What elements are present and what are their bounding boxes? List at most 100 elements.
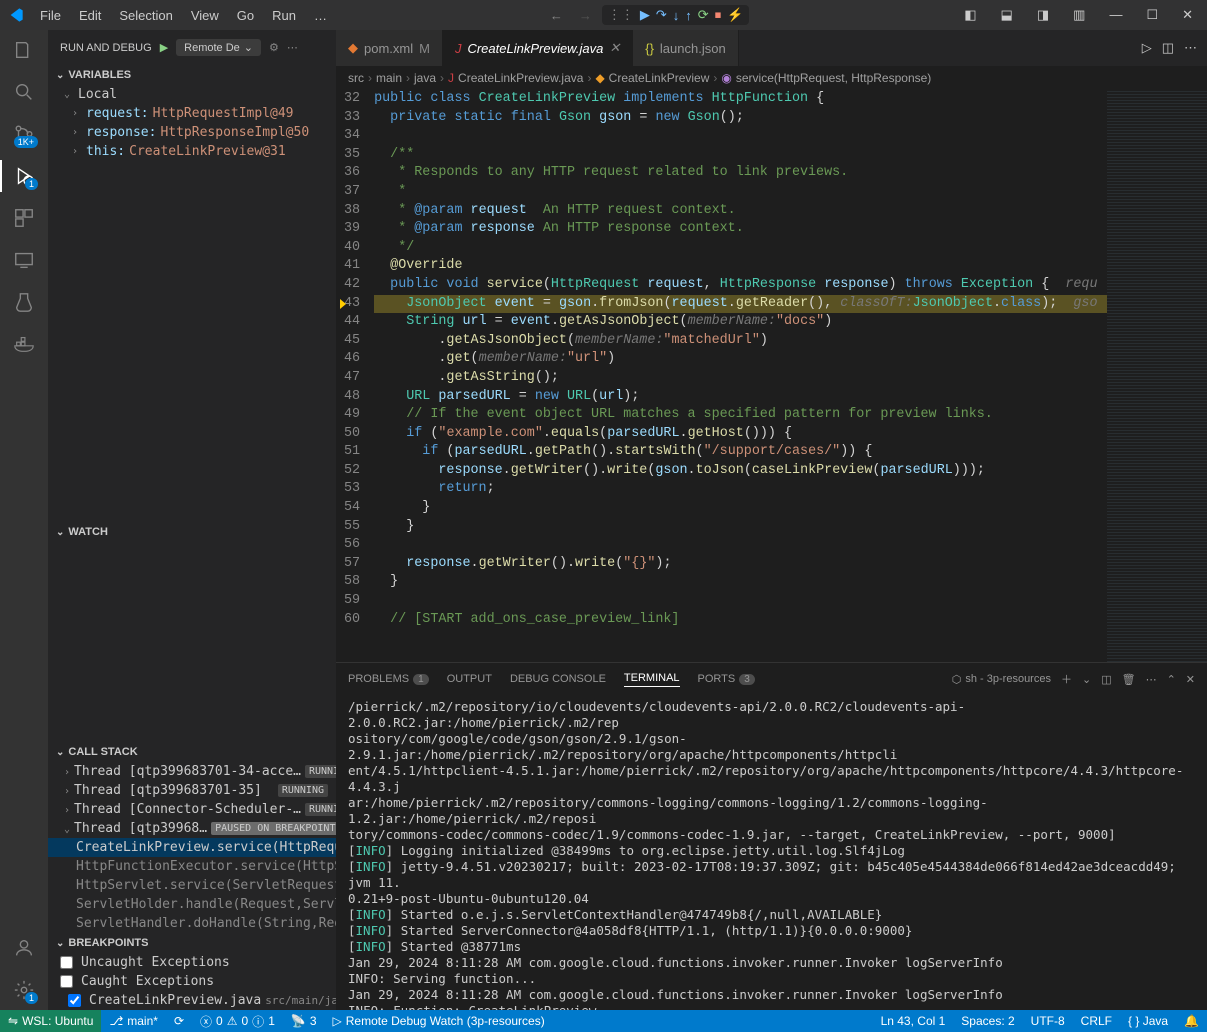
breakpoint-checkbox[interactable] (60, 956, 73, 969)
run-debug-icon[interactable]: 1 (12, 164, 36, 188)
status-branch[interactable]: ⎇main* (101, 1014, 166, 1028)
status-problems[interactable]: ⓧ0 ⚠0 ⓘ1 (192, 1013, 283, 1030)
variable-scope[interactable]: ⌄Local (48, 85, 336, 104)
close-panel-icon[interactable]: ✕ (1186, 673, 1195, 686)
tab-pom[interactable]: ◆pom.xmlM (336, 30, 443, 66)
breakpoint-item[interactable]: CreateLinkPreview.java src/main/java43 (48, 991, 336, 1010)
terminal-dropdown-icon[interactable]: ⌄ (1082, 673, 1091, 686)
minimap[interactable] (1107, 90, 1207, 662)
status-encoding[interactable]: UTF-8 (1023, 1014, 1073, 1028)
variable-item[interactable]: ›request: HttpRequestImpl@49 (48, 104, 336, 123)
stack-frame[interactable]: ServletHandler.doHandle(String,Reque (48, 914, 336, 933)
variable-item[interactable]: ›this: CreateLinkPreview@31 (48, 142, 336, 161)
accounts-icon[interactable] (12, 936, 36, 960)
debug-config-dropdown[interactable]: Remote De ⌄ (176, 39, 261, 56)
breakpoint-checkbox[interactable] (60, 975, 73, 988)
settings-gear-icon[interactable]: 1 (12, 978, 36, 1002)
new-terminal-icon[interactable]: ＋ (1061, 671, 1072, 687)
stack-frame[interactable]: CreateLinkPreview.service(HttpReques (48, 838, 336, 857)
remote-explorer-icon[interactable] (12, 248, 36, 272)
extensions-icon[interactable] (12, 206, 36, 230)
thread-item[interactable]: ›Thread [Connector-Scheduler-…RUNNING (48, 800, 336, 819)
debug-hotcode-icon[interactable]: ⚡ (727, 7, 743, 23)
debug-settings-icon[interactable]: ⚙ (269, 41, 279, 54)
toggle-panel-left-icon[interactable]: ◧ (958, 3, 982, 27)
panel-more-icon[interactable]: ⋯ (1146, 673, 1157, 686)
tab-launch[interactable]: {}launch.json (633, 30, 738, 66)
nav-forward-icon[interactable]: → (573, 8, 598, 23)
testing-icon[interactable] (12, 290, 36, 314)
status-notifications-icon[interactable]: 🔔 (1176, 1014, 1207, 1028)
menu-run[interactable]: Run (264, 4, 304, 27)
status-language[interactable]: { } Java (1120, 1014, 1176, 1028)
split-terminal-icon[interactable]: ◫ (1101, 673, 1111, 686)
search-icon[interactable] (12, 80, 36, 104)
status-spaces[interactable]: Spaces: 2 (953, 1014, 1022, 1028)
toggle-panel-right-icon[interactable]: ◨ (1031, 3, 1055, 27)
stack-frame[interactable]: HttpServlet.service(ServletRequest,S (48, 876, 336, 895)
terminal-profile[interactable]: ⬡sh - 3p-resources (952, 673, 1051, 686)
menu-edit[interactable]: Edit (71, 4, 109, 27)
debug-continue-icon[interactable]: ▶ (640, 7, 650, 23)
breakpoint-item[interactable]: Caught Exceptions (48, 972, 336, 991)
close-icon[interactable]: ✕ (1176, 3, 1199, 27)
debug-restart-icon[interactable]: ⟳ (698, 7, 709, 23)
section-variables[interactable]: ⌄VARIABLES (48, 65, 336, 85)
explorer-icon[interactable] (12, 38, 36, 62)
panel-tab-problems[interactable]: PROBLEMS1 (348, 673, 429, 685)
toggle-panel-bottom-icon[interactable]: ⬓ (995, 3, 1019, 27)
sidebar-more-icon[interactable]: ⋯ (287, 41, 298, 54)
maximize-icon[interactable]: ☐ (1140, 3, 1164, 27)
split-editor-icon[interactable]: ◫ (1162, 40, 1174, 56)
start-debug-icon[interactable]: ▶ (160, 41, 168, 54)
variable-item[interactable]: ›response: HttpResponseImpl@50 (48, 123, 336, 142)
minimize-icon[interactable]: — (1103, 3, 1128, 27)
menu-more[interactable]: … (306, 4, 335, 27)
section-callstack[interactable]: ⌄CALL STACK (48, 742, 336, 762)
line-gutter[interactable]: 3233343536373839404142434445464748495051… (336, 90, 374, 662)
status-sync[interactable]: ⟳ (166, 1014, 192, 1028)
thread-item[interactable]: ⌄Thread [qtp39968…PAUSED ON BREAKPOINT (48, 819, 336, 838)
status-position[interactable]: Ln 43, Col 1 (873, 1014, 954, 1028)
section-watch[interactable]: ⌄WATCH (48, 522, 336, 542)
source-control-icon[interactable]: 1K+ (12, 122, 36, 146)
debug-drag-icon[interactable]: ⋮⋮ (608, 7, 634, 23)
editor-body[interactable]: 3233343536373839404142434445464748495051… (336, 90, 1107, 662)
close-icon[interactable]: ✕ (609, 40, 620, 56)
status-debug[interactable]: ▷Remote Debug Watch (3p-resources) (325, 1014, 553, 1028)
customize-layout-icon[interactable]: ▥ (1067, 3, 1091, 27)
debug-step-over-icon[interactable]: ↷ (656, 7, 667, 23)
docker-icon[interactable] (12, 332, 36, 356)
menu-file[interactable]: File (32, 4, 69, 27)
thread-item[interactable]: ›Thread [qtp399683701-35]RUNNING (48, 781, 336, 800)
status-ports[interactable]: 📡3 (283, 1014, 325, 1028)
shell-icon: ⬡ (952, 673, 962, 686)
panel-tab-terminal[interactable]: TERMINAL (624, 672, 680, 687)
terminal-output[interactable]: /pierrick/.m2/repository/io/cloudevents/… (336, 695, 1207, 1010)
run-icon[interactable]: ▷ (1142, 40, 1152, 56)
debug-stop-icon[interactable]: ⏹ (715, 7, 722, 23)
stack-frame[interactable]: HttpFunctionExecutor.service(HttpSer (48, 857, 336, 876)
section-breakpoints[interactable]: ⌄BREAKPOINTS (48, 933, 336, 953)
nav-back-icon[interactable]: ← (544, 8, 569, 23)
panel-tab-ports[interactable]: PORTS3 (698, 673, 755, 685)
breakpoint-item[interactable]: Uncaught Exceptions (48, 953, 336, 972)
breadcrumb[interactable]: src› main› java› JCreateLinkPreview.java… (336, 66, 1207, 90)
editor-more-icon[interactable]: ⋯ (1184, 40, 1197, 56)
stack-frame[interactable]: ServletHolder.handle(Request,Servlet (48, 895, 336, 914)
panel-tab-output[interactable]: OUTPUT (447, 673, 492, 685)
maximize-panel-icon[interactable]: ⌃ (1167, 673, 1176, 686)
kill-terminal-icon[interactable]: 🗑 (1122, 673, 1136, 686)
menu-selection[interactable]: Selection (111, 4, 180, 27)
breakpoint-checkbox[interactable] (68, 994, 81, 1007)
debug-step-into-icon[interactable]: ↓ (673, 8, 680, 23)
panel-tab-debugconsole[interactable]: DEBUG CONSOLE (510, 673, 606, 685)
tab-createlinkpreview[interactable]: JCreateLinkPreview.java✕ (443, 30, 633, 66)
menu-view[interactable]: View (183, 4, 227, 27)
thread-item[interactable]: ›Thread [qtp399683701-34-acce…RUNNING (48, 762, 336, 781)
status-eol[interactable]: CRLF (1073, 1014, 1120, 1028)
menu-go[interactable]: Go (229, 4, 262, 27)
remote-indicator[interactable]: ⇋WSL: Ubuntu (0, 1010, 101, 1032)
code-content[interactable]: public class CreateLinkPreview implement… (374, 90, 1107, 662)
debug-step-out-icon[interactable]: ↑ (685, 8, 692, 23)
